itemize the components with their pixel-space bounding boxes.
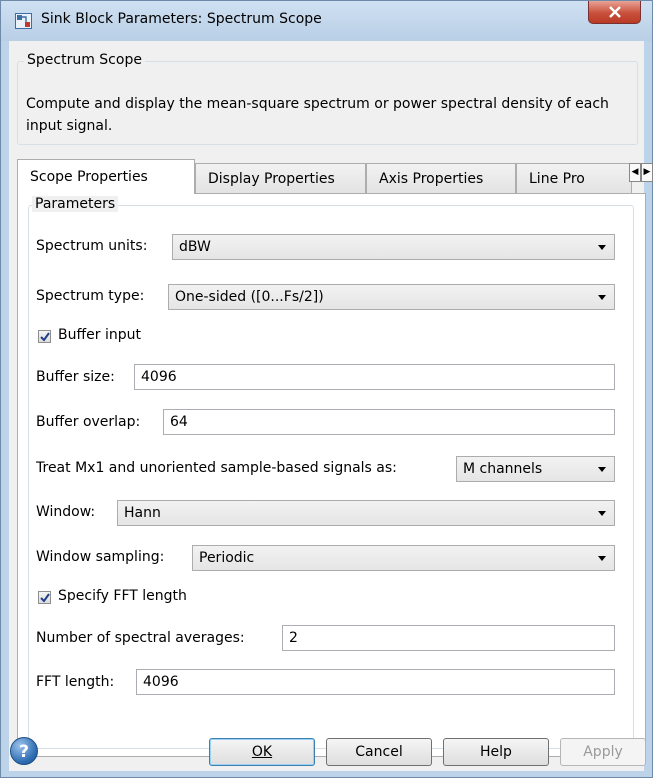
- tab-scope-properties[interactable]: Scope Properties: [17, 159, 195, 194]
- chevron-down-icon: [598, 467, 606, 472]
- window-label: Window:: [36, 504, 96, 520]
- tab-scroll-right-icon[interactable]: ▶: [641, 163, 653, 182]
- spectrum-units-label: Spectrum units:: [36, 238, 148, 254]
- cancel-button-label: Cancel: [355, 744, 403, 760]
- ok-button-label: OK: [251, 744, 273, 760]
- title-bar[interactable]: Sink Block Parameters: Spectrum Scope: [1, 1, 652, 41]
- window-title: Sink Block Parameters: Spectrum Scope: [41, 11, 322, 27]
- window-value: Hann: [124, 505, 161, 521]
- window-sampling-dropdown[interactable]: Periodic: [192, 545, 615, 571]
- simulink-block-icon: [15, 13, 32, 29]
- tab-scroll-arrows: ◀ ▶: [629, 163, 653, 183]
- treat-signals-label: Treat Mx1 and unoriented sample-based si…: [36, 460, 397, 476]
- close-icon: [609, 6, 621, 18]
- spectrum-units-value: dBW: [179, 239, 211, 255]
- treat-signals-value: M channels: [463, 461, 543, 477]
- parameters-group-title: Parameters: [32, 196, 119, 212]
- checkmark-icon: [40, 332, 50, 342]
- fft-length-field[interactable]: 4096: [136, 669, 615, 695]
- close-button[interactable]: [588, 1, 641, 24]
- chevron-down-icon: [598, 556, 606, 561]
- spectrum-type-dropdown[interactable]: One-sided ([0...Fs/2]): [168, 284, 615, 310]
- chevron-down-icon: [598, 295, 606, 300]
- dialog-client-area: Spectrum Scope Compute and display the m…: [9, 41, 653, 771]
- checkmark-icon: [40, 593, 50, 603]
- tab-scroll-left-icon[interactable]: ◀: [629, 163, 641, 182]
- spectral-averages-field[interactable]: 2: [282, 625, 615, 651]
- specify-fft-length-checkbox[interactable]: [38, 591, 51, 604]
- specify-fft-length-label[interactable]: Specify FFT length: [58, 588, 187, 604]
- spectrum-units-dropdown[interactable]: dBW: [172, 234, 615, 260]
- buffer-overlap-field[interactable]: 64: [163, 409, 615, 435]
- chevron-down-icon: [598, 511, 606, 516]
- window-sampling-value: Periodic: [199, 550, 255, 566]
- buffer-input-label[interactable]: Buffer input: [58, 327, 141, 343]
- apply-button[interactable]: Apply: [560, 738, 646, 766]
- chevron-down-icon: [598, 245, 606, 250]
- buffer-input-checkbox[interactable]: [38, 330, 51, 343]
- help-button[interactable]: Help: [443, 738, 549, 766]
- spectrum-type-value: One-sided ([0...Fs/2]): [175, 289, 324, 305]
- buffer-overlap-label: Buffer overlap:: [36, 414, 141, 430]
- treat-signals-dropdown[interactable]: M channels: [456, 456, 615, 482]
- ok-button[interactable]: OK: [209, 738, 315, 766]
- apply-button-label: Apply: [583, 744, 623, 760]
- spectrum-type-label: Spectrum type:: [36, 288, 145, 304]
- block-group-title: Spectrum Scope: [24, 52, 145, 68]
- window-sampling-label: Window sampling:: [36, 549, 165, 565]
- spectral-averages-label: Number of spectral averages:: [36, 630, 245, 646]
- buffer-size-field[interactable]: 4096: [134, 364, 615, 390]
- block-description: Compute and display the mean-square spec…: [26, 96, 609, 134]
- dialog-window: Sink Block Parameters: Spectrum Scope Sp…: [0, 0, 653, 778]
- window-dropdown[interactable]: Hann: [117, 500, 615, 526]
- scope-properties-panel: Parameters Spectrum units: dBW Spectrum …: [17, 193, 646, 757]
- buffer-size-label: Buffer size:: [36, 369, 115, 385]
- tab-line-properties[interactable]: Line Pro: [516, 163, 632, 193]
- cancel-button[interactable]: Cancel: [326, 738, 432, 766]
- help-button-label: Help: [480, 744, 512, 760]
- help-icon[interactable]: ?: [10, 737, 38, 765]
- fft-length-label: FFT length:: [36, 674, 115, 690]
- tab-axis-properties[interactable]: Axis Properties: [366, 163, 516, 193]
- tab-display-properties[interactable]: Display Properties: [195, 163, 366, 193]
